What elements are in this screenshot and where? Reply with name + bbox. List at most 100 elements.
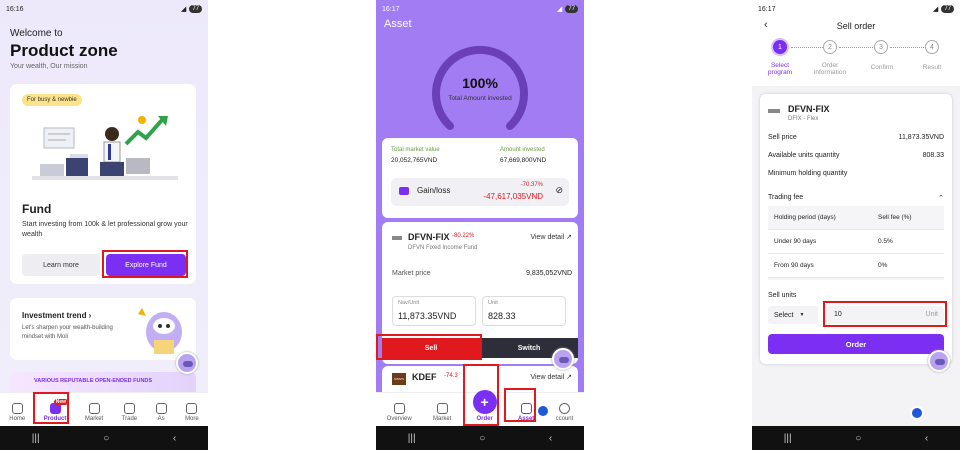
gain-loss-label: Gain/loss bbox=[417, 186, 451, 195]
nav-market[interactable]: Market bbox=[433, 403, 451, 422]
gain-loss-percent: -70.37% bbox=[520, 182, 543, 188]
fund-code: DFVN-FIX bbox=[788, 104, 830, 114]
order-button[interactable]: Order bbox=[768, 334, 944, 354]
amount-invested: 67,669,800VND bbox=[500, 157, 547, 164]
step-1-label: Select program bbox=[767, 62, 793, 76]
gain-loss-box: Gain/loss -70.37% -47,617,035VND ⊘ bbox=[391, 178, 569, 206]
sell-units-label: Sell units bbox=[768, 292, 797, 299]
step-2: 2 bbox=[823, 40, 837, 54]
sell-price-value: 11,873.35VND bbox=[898, 134, 944, 141]
trade-icon bbox=[123, 403, 135, 414]
status-bar: 16:17 ◢ 77 bbox=[376, 0, 584, 18]
gain-loss-value: -47,617,035VND bbox=[483, 192, 543, 201]
step-connector bbox=[890, 47, 924, 48]
page-subtitle: Your wealth, Our mission bbox=[10, 63, 88, 70]
investment-trend-card[interactable]: Investment trend › Let's sharpen your we… bbox=[10, 298, 196, 360]
market-price: 9,835,052VND bbox=[526, 270, 572, 277]
welcome-text: Welcome to bbox=[10, 28, 63, 39]
asset-icon bbox=[155, 403, 167, 414]
home-circle-icon[interactable]: ○ bbox=[103, 433, 109, 444]
highlight-asset-tab bbox=[504, 388, 536, 422]
product-zone-screen: 16:16 ◢ 77 Welcome to Product zone Your w… bbox=[0, 0, 208, 450]
kdef-logo-icon: KIMVN bbox=[392, 373, 406, 385]
step-2-label: Order information bbox=[813, 62, 847, 76]
back-icon[interactable]: ‹ bbox=[173, 433, 176, 444]
fee-table-row: From 90 days 0% bbox=[768, 254, 944, 278]
highlight-explore-fund bbox=[102, 250, 188, 278]
page-title: Sell order bbox=[836, 21, 876, 31]
more-icon bbox=[186, 403, 198, 414]
home-icon bbox=[11, 403, 23, 414]
blue-floating-icon[interactable] bbox=[536, 404, 550, 418]
nav-unit-field: Nav/Unit 11,873.35VND bbox=[392, 296, 476, 326]
unit-type-select[interactable]: Select ▼ bbox=[768, 306, 818, 324]
nav-asset[interactable]: As bbox=[155, 403, 167, 422]
step-3-label: Confirm bbox=[870, 64, 894, 71]
kdef-change: -74.3 bbox=[444, 373, 458, 379]
recent-apps-icon[interactable]: ||| bbox=[408, 433, 416, 444]
trading-fee-toggle[interactable]: Trading fee ⌃ bbox=[768, 194, 944, 202]
status-bar: 16:16 ◢ 77 bbox=[0, 0, 208, 18]
holding-fund-change: -80.22% bbox=[452, 233, 475, 239]
learn-more-button[interactable]: Learn more bbox=[22, 254, 100, 276]
hide-eye-icon[interactable]: ⊘ bbox=[555, 185, 563, 196]
fund-description: Start investing from 100k & let professi… bbox=[22, 221, 188, 238]
nav-more[interactable]: More bbox=[185, 403, 199, 422]
signal-icon: ◢ bbox=[180, 6, 187, 13]
chat-assistant-bubble[interactable] bbox=[552, 348, 574, 370]
gauge-label: Total Amount invested bbox=[448, 95, 512, 102]
highlight-product-tab bbox=[33, 392, 69, 424]
fee-table-header: Holding period (days) Sell fee (%) bbox=[768, 206, 944, 230]
market-value-label: Total market value bbox=[391, 147, 440, 153]
blue-floating-icon[interactable] bbox=[910, 406, 924, 420]
overview-icon bbox=[393, 403, 405, 414]
nav-account[interactable]: ccount bbox=[556, 403, 573, 422]
home-circle-icon[interactable]: ○ bbox=[855, 433, 861, 444]
nav-unit-value: 11,873.35VND bbox=[398, 311, 457, 321]
status-time: 16:16 bbox=[6, 5, 24, 13]
step-4: 4 bbox=[925, 40, 939, 54]
android-nav-bar: ||| ○ ‹ bbox=[376, 426, 584, 450]
home-circle-icon[interactable]: ○ bbox=[479, 433, 485, 444]
market-icon bbox=[436, 403, 448, 414]
battery-icon: 77 bbox=[189, 5, 202, 13]
market-icon bbox=[88, 403, 100, 414]
fund-logo-icon bbox=[392, 236, 402, 240]
gauge-percent: 100% bbox=[462, 75, 498, 91]
amount-invested-label: Amount invested bbox=[500, 147, 545, 153]
market-price-label: Market price bbox=[392, 270, 431, 277]
view-detail-link[interactable]: View detail ↗ bbox=[530, 233, 572, 241]
step-3: 3 bbox=[874, 40, 888, 54]
page-title: Asset bbox=[384, 18, 412, 30]
nav-home[interactable]: Home bbox=[9, 403, 25, 422]
fund-illustration bbox=[32, 116, 178, 180]
recent-apps-icon[interactable]: ||| bbox=[784, 433, 792, 444]
nav-trade[interactable]: Trade bbox=[122, 403, 137, 422]
trading-fee-table: Holding period (days) Sell fee (%) Under … bbox=[768, 206, 944, 280]
kdef-view-detail-link[interactable]: View detail ↗ bbox=[530, 373, 572, 381]
summary-card: Total market value 20,052,765VND Amount … bbox=[382, 138, 578, 218]
step-4-label: Result bbox=[922, 64, 942, 71]
unit-field: Unit 828.33 bbox=[482, 296, 566, 326]
battery-icon: 77 bbox=[941, 5, 954, 13]
unit-value: 828.33 bbox=[488, 311, 516, 321]
back-icon[interactable]: ‹ bbox=[549, 433, 552, 444]
sell-price-row: Sell price 11,873.35VND bbox=[768, 134, 944, 141]
android-nav-bar: ||| ○ ‹ bbox=[0, 426, 208, 450]
step-connector bbox=[839, 47, 873, 48]
status-time: 16:17 bbox=[382, 5, 400, 13]
highlight-sell-button bbox=[376, 334, 482, 360]
nav-market[interactable]: Market bbox=[85, 403, 103, 422]
recent-apps-icon[interactable]: ||| bbox=[32, 433, 40, 444]
chat-assistant-bubble[interactable] bbox=[176, 352, 198, 374]
available-units-value: 808.33 bbox=[922, 152, 944, 159]
highlight-order-tab bbox=[463, 364, 499, 426]
fund-logo-icon bbox=[768, 109, 780, 113]
back-icon[interactable]: ‹ bbox=[925, 433, 928, 444]
audience-tag: For busy & newbie bbox=[22, 94, 82, 106]
trend-description: Let's sharpen your wealth-building minds… bbox=[22, 325, 113, 340]
chat-assistant-bubble[interactable] bbox=[928, 350, 950, 372]
page-title: Product zone bbox=[10, 41, 118, 60]
sell-order-screen: 16:17 ◢ 77 ‹ Sell order 1 2 3 4 Select pr… bbox=[752, 0, 960, 450]
nav-overview[interactable]: Overview bbox=[387, 403, 412, 422]
